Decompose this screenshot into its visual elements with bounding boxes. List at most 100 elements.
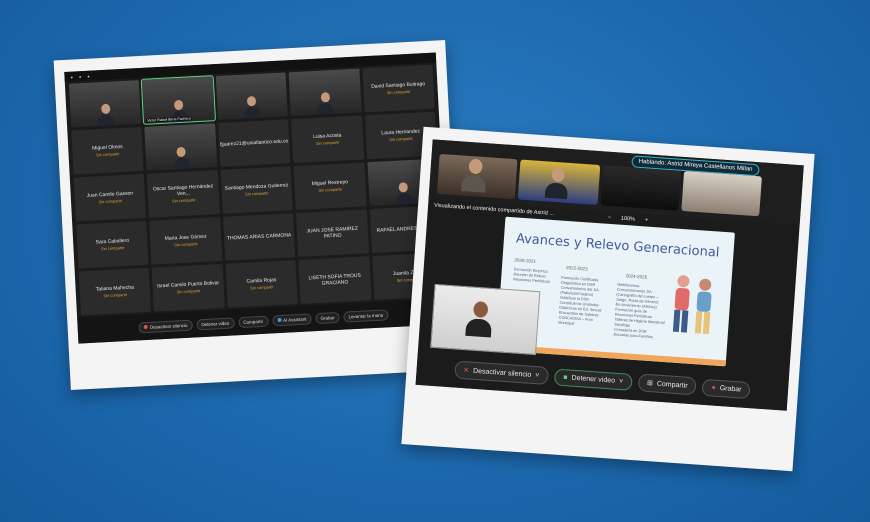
participant-status: Sin compartir: [389, 135, 413, 143]
head-shape: [320, 92, 331, 103]
participant-status: Sin compartir: [174, 241, 198, 248]
share-button[interactable]: ⊞ Compartir: [637, 373, 698, 396]
participant-status: Sin compartir: [176, 288, 201, 295]
stop-video-button[interactable]: ■ Detener video ˅: [553, 367, 633, 391]
body-shape: [395, 192, 413, 205]
body-shape: [244, 106, 261, 119]
person-silhouette: [317, 92, 335, 115]
participant-video: [144, 123, 218, 171]
participant-tile[interactable]: Oscar Santiago Hernández Ven... Sin compa…: [147, 170, 220, 218]
record-button[interactable]: ● Grabar: [701, 378, 752, 399]
mic-off-icon: [143, 324, 148, 330]
photo-print-gallery: ● ● ● Victor Rafael Birria Pacheco David …: [53, 39, 463, 391]
ai-assistant-button[interactable]: AI Assistant: [271, 312, 312, 326]
participant-tile[interactable]: THOMAS ARIAS CARMONA: [222, 213, 296, 261]
person-silhouette: [244, 95, 261, 119]
participant-tile[interactable]: Santiago Mendoza Gutierrez Sin compartir: [220, 166, 293, 214]
participant-status: Sin compartir: [95, 151, 120, 158]
person-silhouette: [395, 182, 413, 205]
participant-tile[interactable]: Miguel Olmos Sin compartir: [71, 126, 144, 175]
zoom-controls: − 100% +: [607, 215, 648, 224]
stop-video-button[interactable]: Detener video: [196, 316, 235, 330]
participant-tile[interactable]: JUAN JOSE RAMIREZ PATINO: [296, 209, 369, 257]
participant-status: Sin compartir: [171, 197, 196, 204]
participant-video: [215, 72, 289, 120]
unmute-button[interactable]: ✕ Desactivar silencio ˅: [453, 360, 549, 386]
unmute-button[interactable]: Desactivar silencio: [138, 319, 193, 333]
body-shape: [97, 114, 115, 127]
head-shape: [100, 103, 111, 115]
head-shape: [173, 99, 184, 111]
year-label: 2024-2025: [625, 273, 648, 280]
self-view-video[interactable]: [430, 283, 541, 356]
participant-tile[interactable]: Camila Rojas Sin compartir: [225, 260, 298, 308]
participant-status: Sin compartir: [386, 88, 411, 96]
head-shape: [398, 182, 409, 193]
participant-tile[interactable]: Victor Rafael Birria Pacheco: [141, 75, 216, 125]
participant-status: Sin compartir: [318, 186, 343, 193]
head-shape: [550, 167, 565, 183]
year-label: 2022-2023: [565, 265, 588, 272]
mic-off-icon: ✕: [462, 367, 470, 375]
participant-video[interactable]: [681, 170, 762, 217]
participant-name: Maria Jose Gómez: [164, 233, 207, 242]
participant-tile[interactable]: Maria Jose Gómez Sin compartir: [149, 216, 223, 265]
meet-filmstrip: Hablando: Astrid Mireya Castellanos Mill…: [428, 139, 804, 226]
person-silhouette: [544, 167, 569, 200]
meet-control-bar: ✕ Desactivar silencio ˅ ■ Detener video ˅ ⊞ C…: [415, 348, 790, 411]
zoom-out-button[interactable]: −: [607, 215, 611, 221]
person-silhouette: [173, 146, 191, 170]
body-shape: [317, 102, 335, 115]
two-women-illustration: [672, 275, 712, 335]
topbar-dot: ●: [78, 73, 82, 79]
participant-name: fjjuarez21@uniatlantico.edu.co: [219, 138, 289, 148]
participant-status: Sin compartir: [103, 291, 128, 299]
participant-name: Laura Hernandez: [381, 128, 421, 137]
body-shape: [461, 174, 487, 193]
record-button[interactable]: Grabar: [315, 311, 340, 324]
timeline-column: Visibilizamos: Concentraciones JIA (Cart…: [613, 282, 665, 340]
camera-icon: ■: [563, 373, 568, 381]
participant-tile[interactable]: [215, 72, 289, 120]
participant-name: JUAN JOSE RAMIREZ PATINO: [306, 225, 359, 240]
body-shape: [465, 318, 493, 338]
person-silhouette: [97, 103, 115, 127]
person-silhouette: [461, 158, 487, 193]
participant-name: Tatiana Mahecha: [95, 284, 135, 293]
photo-print-share: Hablando: Astrid Mireya Castellanos Mill…: [401, 126, 815, 472]
participant-tile[interactable]: Miguel Restrepo Sin compartir: [293, 162, 367, 211]
participant-tile[interactable]: Luisa Acosta Sin compartir: [291, 115, 364, 164]
participant-video[interactable]: [600, 165, 682, 211]
chevron-down-icon: ˅: [535, 371, 540, 379]
participant-tile[interactable]: fjjuarez21@uniatlantico.edu.co: [217, 119, 291, 167]
participant-name: LISETH SOFIA TROUS GRACIANO: [308, 272, 362, 287]
raise-hand-button[interactable]: Levantar la mano: [343, 308, 389, 323]
participant-tile[interactable]: LISETH SOFIA TROUS GRACIANO: [298, 256, 372, 304]
topbar-dot: ●: [70, 73, 74, 80]
participant-tile[interactable]: [68, 80, 142, 128]
participant-video[interactable]: [436, 153, 518, 200]
participant-name: Sara Caballero: [95, 237, 130, 246]
participant-tile[interactable]: Tatiana Mahecha Sin compartir: [78, 267, 152, 316]
participant-status: Sin compartir: [244, 190, 269, 197]
participant-tile[interactable]: David Santiago Buitrago Sin compartir: [362, 64, 435, 113]
share-button[interactable]: Compartir: [238, 315, 269, 328]
zoom-gallery-screen: ● ● ● Victor Rafael Birria Pacheco David …: [64, 52, 450, 344]
participant-status: Sin compartir: [249, 284, 274, 291]
participant-tile[interactable]: Israel Camilo Puerto Bolivar Sin comparti…: [151, 263, 225, 312]
participant-tile[interactable]: Sara Caballero Sin compartir: [76, 220, 149, 269]
body-shape: [173, 157, 191, 170]
participant-video[interactable]: [517, 159, 601, 206]
participant-status: Sin compartir: [100, 245, 125, 252]
participant-tile[interactable]: Juan Camilo Gasson Sin compartir: [73, 173, 147, 222]
participant-tile[interactable]: [144, 123, 218, 171]
participant-tile[interactable]: [288, 68, 362, 117]
body-shape: [544, 182, 569, 200]
year-label: 2020-2021: [514, 257, 537, 264]
participant-status: Sin compartir: [315, 139, 340, 146]
topbar-dot: ●: [87, 73, 90, 79]
zoom-in-button[interactable]: +: [645, 217, 649, 223]
timeline-column: Formación Certificada Diagnóstico en DSR…: [558, 275, 602, 326]
timeline-column: Formación Empírica Reunión de Relevo Reu…: [513, 267, 551, 284]
zoom-level: 100%: [620, 215, 636, 223]
